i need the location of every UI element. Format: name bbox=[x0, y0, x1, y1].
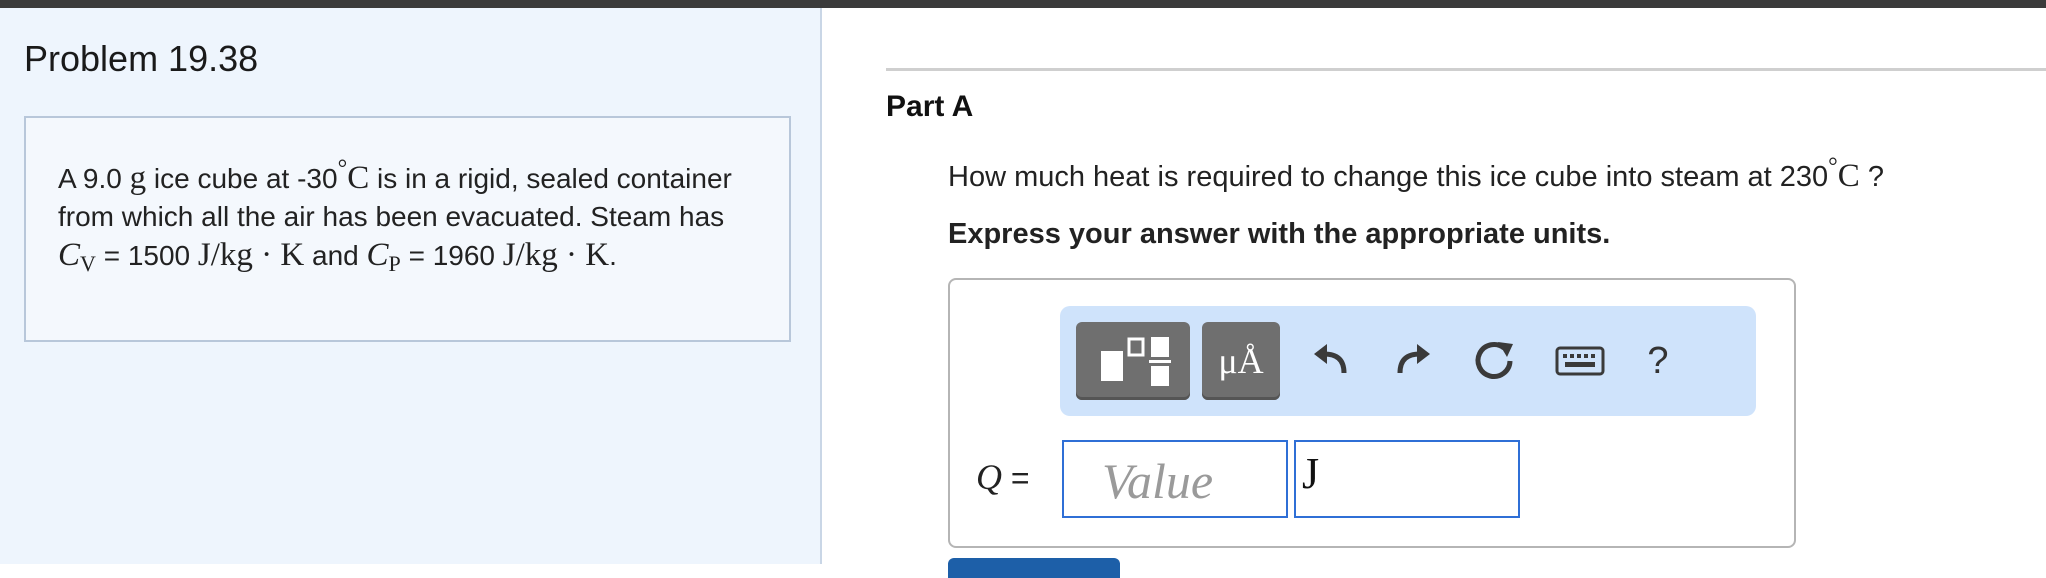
degree-symbol: ° bbox=[337, 156, 348, 182]
math-unit-specific-heat: J/kg · K bbox=[502, 237, 610, 273]
problem-text: = 1960 bbox=[408, 240, 495, 271]
redo-icon bbox=[1397, 344, 1430, 374]
problem-text: . bbox=[609, 240, 617, 271]
answer-panel: μÅ ? Q = Value J bbox=[948, 278, 1796, 548]
section-divider bbox=[886, 68, 2046, 71]
math-symbol-cp: C bbox=[366, 237, 389, 273]
problem-text: = 1500 bbox=[103, 240, 191, 271]
math-unit-g: g bbox=[129, 160, 147, 196]
problem-pane: Problem 19.38 A 9.0 g ice cube at -30°C … bbox=[0, 8, 822, 564]
units-button[interactable]: μÅ bbox=[1202, 322, 1280, 400]
reset-icon bbox=[1475, 342, 1513, 379]
question-body: How much heat is required to change this… bbox=[948, 161, 1829, 193]
templates-icon bbox=[1101, 337, 1171, 386]
redo-button[interactable] bbox=[1382, 322, 1442, 400]
help-button[interactable]: ? bbox=[1628, 322, 1688, 400]
degree-symbol: ° bbox=[1828, 154, 1838, 180]
equals-sign: = bbox=[1010, 460, 1030, 496]
undo-button[interactable] bbox=[1302, 322, 1362, 400]
math-unit-celsius: C bbox=[347, 160, 370, 196]
problem-title: Problem 19.38 bbox=[24, 38, 259, 79]
submit-button[interactable] bbox=[948, 558, 1120, 578]
units-icon: μÅ bbox=[1218, 341, 1264, 381]
help-icon: ? bbox=[1647, 339, 1669, 382]
part-title: Part A bbox=[886, 90, 974, 123]
question-text: How much heat is required to change this… bbox=[948, 154, 1884, 195]
keyboard-icon bbox=[1555, 346, 1605, 376]
reset-button[interactable] bbox=[1464, 322, 1524, 400]
math-unit-specific-heat: J/kg · K bbox=[197, 237, 305, 273]
units-input[interactable]: J bbox=[1294, 440, 1520, 518]
value-input[interactable] bbox=[1062, 440, 1288, 518]
variable-symbol: Q bbox=[976, 457, 1002, 497]
answer-instruction: Express your answer with the appropriate… bbox=[948, 218, 1611, 250]
problem-statement: A 9.0 g ice cube at -30°C is in a rigid,… bbox=[24, 116, 791, 342]
math-unit-celsius: C bbox=[1837, 158, 1860, 194]
problem-text: and bbox=[312, 240, 359, 271]
keyboard-button[interactable] bbox=[1550, 322, 1610, 400]
math-toolbar: μÅ ? bbox=[1060, 306, 1756, 416]
math-subscript: V bbox=[80, 251, 96, 276]
part-pane: Part A How much heat is required to chan… bbox=[824, 8, 2046, 578]
math-subscript: P bbox=[388, 251, 401, 276]
problem-text: A 9.0 bbox=[58, 163, 122, 194]
math-symbol-cv: C bbox=[58, 237, 81, 273]
question-mark: ? bbox=[1867, 161, 1884, 193]
window-top-bar bbox=[0, 0, 2046, 8]
problem-text: ice cube at -30 bbox=[153, 163, 338, 194]
undo-icon bbox=[1314, 344, 1347, 374]
answer-variable-label: Q = bbox=[976, 456, 1030, 498]
templates-button[interactable] bbox=[1076, 322, 1190, 400]
